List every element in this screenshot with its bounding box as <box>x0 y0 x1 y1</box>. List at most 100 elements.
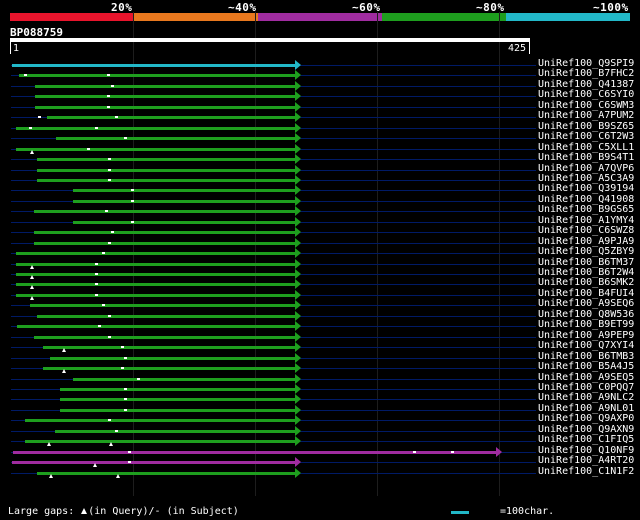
alignment-bar[interactable] <box>25 440 296 444</box>
hit-row[interactable]: UniRef100_B6TMB3 <box>0 351 634 363</box>
alignment-bar[interactable] <box>36 314 296 318</box>
alignment-bar[interactable] <box>59 408 296 412</box>
alignment-bar[interactable] <box>56 137 296 141</box>
alignment-bar[interactable] <box>18 74 296 78</box>
hit-label[interactable]: UniRef100_C6SWZ8 <box>538 225 634 236</box>
alignment-bar[interactable] <box>49 356 296 360</box>
alignment-bar[interactable] <box>36 471 296 475</box>
hit-row[interactable]: UniRef100_B9SZ65 <box>0 121 634 133</box>
hit-row[interactable]: UniRef100_B9ET99 <box>0 319 634 332</box>
hit-row[interactable]: UniRef100_Q41387 <box>0 79 634 91</box>
alignment-bar[interactable] <box>11 64 296 67</box>
hit-label[interactable]: UniRef100_A9PJA9 <box>538 236 634 247</box>
hit-label[interactable]: UniRef100_A9SEQ5 <box>538 372 634 383</box>
hit-label[interactable]: UniRef100_B6TMB3 <box>538 351 634 362</box>
hit-row[interactable]: UniRef100_A7QVP6 <box>0 163 634 175</box>
alignment-bar[interactable] <box>16 147 296 151</box>
hit-label[interactable]: UniRef100_A7PUM2 <box>538 110 634 121</box>
alignment-bar[interactable] <box>33 241 296 245</box>
hit-row[interactable]: UniRef100_A9SEQ6 <box>0 298 634 311</box>
hit-label[interactable]: UniRef100_B6SMK2 <box>538 277 634 288</box>
alignment-bar[interactable] <box>72 189 296 193</box>
hit-row[interactable]: UniRef100_C1N1F2 <box>0 466 634 478</box>
alignment-bar[interactable] <box>16 283 296 287</box>
hit-label[interactable]: UniRef100_B6TM37 <box>538 257 634 268</box>
hit-row[interactable]: UniRef100_B9GS65 <box>0 204 634 217</box>
hit-label[interactable]: UniRef100_B7FHC2 <box>538 68 634 79</box>
hit-row[interactable]: UniRef100_Q9AXN9 <box>0 424 634 436</box>
hit-label[interactable]: UniRef100_B9GS65 <box>538 204 634 215</box>
hit-row[interactable]: UniRef100_A7PUM2 <box>0 110 634 123</box>
hit-row[interactable]: UniRef100_Q41908 <box>0 194 634 206</box>
alignment-bar[interactable] <box>55 429 296 433</box>
hit-row[interactable]: UniRef100_Q10NF9 <box>0 445 634 457</box>
hit-label[interactable]: UniRef100_C1FIQ5 <box>538 434 634 445</box>
hit-row[interactable]: UniRef100_C6SWZ8 <box>0 225 634 238</box>
hit-label[interactable]: UniRef100_Q9SPI9 <box>538 58 634 69</box>
hit-row[interactable]: UniRef100_C1FIQ5 <box>0 434 634 447</box>
alignment-bar[interactable] <box>34 95 296 99</box>
hit-row[interactable]: UniRef100_A9SEQ5 <box>0 372 634 384</box>
alignment-bar[interactable] <box>16 252 296 256</box>
alignment-bar[interactable] <box>33 335 296 339</box>
hit-row[interactable]: UniRef100_A9PEP9 <box>0 330 634 342</box>
hit-label[interactable]: UniRef100_C0PQQ7 <box>538 382 634 393</box>
alignment-bar[interactable] <box>72 199 296 203</box>
hit-label[interactable]: UniRef100_B6T2W4 <box>538 267 634 278</box>
hit-row[interactable]: UniRef100_A9PJA9 <box>0 236 634 248</box>
hit-row[interactable]: UniRef100_C6SYI0 <box>0 89 634 102</box>
alignment-bar[interactable] <box>36 168 296 172</box>
alignment-bar[interactable] <box>36 158 296 162</box>
hit-row[interactable]: UniRef100_B7FHC2 <box>0 68 634 81</box>
hit-row[interactable]: UniRef100_C6T2W3 <box>0 131 634 144</box>
hit-label[interactable]: UniRef100_C1N1F2 <box>538 466 634 477</box>
alignment-bar[interactable] <box>34 105 296 109</box>
alignment-bar[interactable] <box>11 461 296 465</box>
hit-label[interactable]: UniRef100_C5XLL1 <box>538 142 634 153</box>
hit-row[interactable]: UniRef100_A4RT20 <box>0 455 634 468</box>
hit-row[interactable]: UniRef100_Q5ZBY9 <box>0 246 634 259</box>
hit-row[interactable]: UniRef100_Q8W536 <box>0 309 634 321</box>
hit-row[interactable]: UniRef100_C6SWM3 <box>0 100 634 112</box>
alignment-bar[interactable] <box>17 325 296 329</box>
alignment-bar[interactable] <box>16 293 296 297</box>
hit-row[interactable]: UniRef100_B5A4J5 <box>0 361 634 374</box>
hit-row[interactable]: UniRef100_Q9SPI9 <box>0 58 634 70</box>
alignment-bar[interactable] <box>43 367 296 371</box>
hit-label[interactable]: UniRef100_Q7XYI4 <box>538 340 634 351</box>
hit-label[interactable]: UniRef100_B9ET99 <box>538 319 634 330</box>
hit-row[interactable]: UniRef100_A1YMY4 <box>0 215 634 227</box>
hit-label[interactable]: UniRef100_A7QVP6 <box>538 163 634 174</box>
alignment-bar[interactable] <box>36 178 296 182</box>
hit-row[interactable]: UniRef100_B6TM37 <box>0 257 634 269</box>
hit-label[interactable]: UniRef100_Q8W536 <box>538 309 634 320</box>
hit-label[interactable]: UniRef100_Q9AXP0 <box>538 413 634 424</box>
alignment-bar[interactable] <box>33 231 296 235</box>
hit-label[interactable]: UniRef100_Q39194 <box>538 183 634 194</box>
alignment-bar[interactable] <box>33 210 296 214</box>
alignment-bar[interactable] <box>43 346 296 350</box>
hit-label[interactable]: UniRef100_A9NL01 <box>538 403 634 414</box>
hit-label[interactable]: UniRef100_A9SEQ6 <box>538 298 634 309</box>
hit-label[interactable]: UniRef100_Q10NF9 <box>538 445 634 456</box>
hit-label[interactable]: UniRef100_B4FUI4 <box>538 288 634 299</box>
hit-row[interactable]: UniRef100_B4FUI4 <box>0 288 634 300</box>
hit-label[interactable]: UniRef100_C6SYI0 <box>538 89 634 100</box>
hit-label[interactable]: UniRef100_B9S4T1 <box>538 152 634 163</box>
hit-row[interactable]: UniRef100_B9S4T1 <box>0 152 634 165</box>
alignment-bar[interactable] <box>72 377 296 381</box>
alignment-bar[interactable] <box>46 116 296 120</box>
alignment-bar[interactable] <box>59 398 296 402</box>
alignment-bar[interactable] <box>12 450 497 454</box>
hit-row[interactable]: UniRef100_Q39194 <box>0 183 634 196</box>
hit-row[interactable]: UniRef100_Q9AXP0 <box>0 413 634 426</box>
hit-row[interactable]: UniRef100_C0PQQ7 <box>0 382 634 394</box>
hit-row[interactable]: UniRef100_C5XLL1 <box>0 142 634 154</box>
alignment-bar[interactable] <box>72 220 296 224</box>
hit-label[interactable]: UniRef100_B5A4J5 <box>538 361 634 372</box>
alignment-bar[interactable] <box>59 387 296 391</box>
alignment-bar[interactable] <box>16 126 296 130</box>
hit-label[interactable]: UniRef100_A4RT20 <box>538 455 634 466</box>
hit-label[interactable]: UniRef100_Q41908 <box>538 194 634 205</box>
hit-row[interactable]: UniRef100_B6T2W4 <box>0 267 634 279</box>
